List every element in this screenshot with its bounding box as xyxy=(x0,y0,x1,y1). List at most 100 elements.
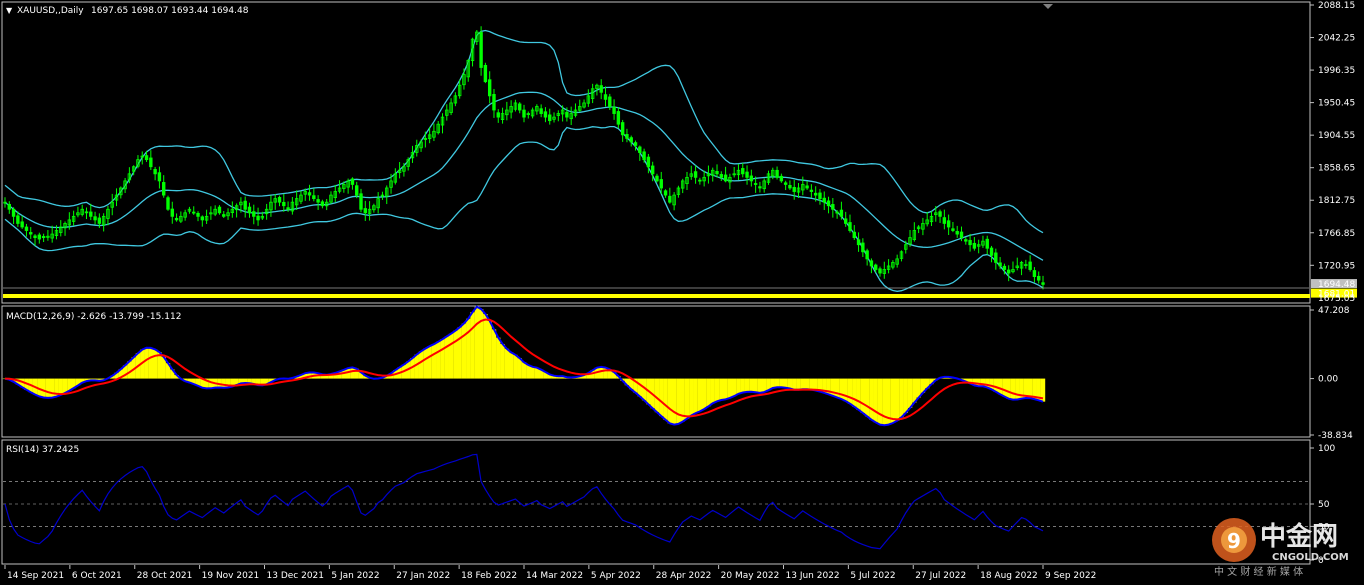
candle-body xyxy=(848,222,852,231)
candle-body xyxy=(994,252,998,263)
macd-histogram-bar xyxy=(792,378,797,390)
date-tick-label: 20 May 2022 xyxy=(721,571,780,581)
macd-histogram-bar xyxy=(423,348,428,379)
candle-body xyxy=(33,235,37,239)
trading-terminal: ▼ XAUUSD,,Daily 1697.65 1698.07 1693.44 … xyxy=(1,1,1357,581)
candle-body xyxy=(818,192,822,200)
macd-histogram-bar xyxy=(1006,378,1011,399)
macd-histogram-bar xyxy=(470,312,475,379)
macd-histogram-bar xyxy=(693,378,698,414)
candle-body xyxy=(616,111,621,125)
chart-shift-marker-icon[interactable] xyxy=(1043,4,1053,9)
macd-histogram-bar xyxy=(689,378,694,416)
date-tick-label: 5 Jul 2022 xyxy=(850,571,895,581)
candle-body xyxy=(633,142,638,146)
price-tick-label: 1720.95 xyxy=(1318,261,1355,271)
macd-histogram-bar xyxy=(667,378,673,424)
macd-histogram-bar xyxy=(753,378,758,393)
macd-histogram-bar xyxy=(770,378,775,389)
macd-histogram-bar xyxy=(49,378,55,398)
macd-histogram-bar xyxy=(787,378,793,389)
rsi-panel[interactable] xyxy=(3,453,1309,550)
candle-body xyxy=(174,217,179,221)
macd-histogram-bar xyxy=(912,378,917,403)
cngold-watermark: 9 中金网 CNGOLD.COM 中 文 财 经 新 媒 体 xyxy=(1208,512,1358,580)
macd-histogram-bar xyxy=(517,358,522,379)
candle-body xyxy=(41,236,46,239)
candle-body xyxy=(852,231,856,239)
macd-histogram-bar xyxy=(710,378,715,404)
macd-histogram-bar xyxy=(890,378,896,424)
macd-histogram-bar xyxy=(508,352,514,379)
support-line xyxy=(3,294,1310,298)
macd-histogram-bar xyxy=(882,378,887,426)
candle-body xyxy=(170,208,174,217)
candle-body xyxy=(483,64,488,83)
candle-body xyxy=(753,183,758,185)
candle-body xyxy=(192,211,196,214)
macd-histogram-bar xyxy=(466,318,471,379)
candle-body xyxy=(97,217,102,224)
candle-body xyxy=(29,232,33,235)
macd-histogram-bar xyxy=(684,378,690,419)
brand-domain: CNGOLD.COM xyxy=(1272,552,1349,563)
candle-body xyxy=(1032,270,1037,278)
macd-histogram-bar xyxy=(1015,378,1020,400)
candle-body xyxy=(698,179,702,182)
candle-body xyxy=(320,201,325,207)
candle-body xyxy=(277,196,282,203)
price-tick-label: 1904.55 xyxy=(1318,131,1355,141)
macd-tick-label: 47.208 xyxy=(1318,306,1350,316)
macd-histogram-bar xyxy=(757,378,763,393)
candle-body xyxy=(938,211,942,217)
price-tick-label: 1766.85 xyxy=(1318,229,1355,239)
candle-body xyxy=(603,94,608,100)
macd-histogram-bar xyxy=(774,378,780,388)
candle-body xyxy=(89,211,93,217)
macd-histogram-bar xyxy=(723,378,728,400)
candle-body xyxy=(599,85,603,93)
candle-body xyxy=(869,260,874,267)
candle-body xyxy=(951,228,955,231)
date-tick-label: 14 Mar 2022 xyxy=(526,571,583,581)
rsi-title: RSI(14) 37.2425 xyxy=(6,445,79,455)
macd-histogram-bar xyxy=(877,378,883,425)
candle-body xyxy=(7,203,11,210)
candle-body xyxy=(968,239,972,246)
candle-body xyxy=(865,250,869,260)
candle-body xyxy=(312,195,316,200)
candle-body xyxy=(719,174,724,178)
macd-histogram-bar xyxy=(599,366,604,379)
macd-histogram-bar xyxy=(697,378,703,412)
candle-body xyxy=(196,212,200,217)
candle-body xyxy=(222,214,226,217)
candles xyxy=(3,26,1045,290)
candle-body xyxy=(745,171,749,178)
candle-body xyxy=(749,175,754,182)
bollinger-upper-band xyxy=(4,29,1044,234)
candle-body xyxy=(878,268,882,274)
macd-histogram-bar xyxy=(907,378,913,408)
candle-body xyxy=(612,106,616,114)
macd-histogram-bar xyxy=(997,378,1003,395)
candle-body xyxy=(243,200,247,210)
price-panel[interactable] xyxy=(3,26,1310,298)
candle-body xyxy=(779,175,784,182)
svg-text:9: 9 xyxy=(1227,529,1241,553)
macd-histogram-bar xyxy=(903,378,908,413)
macd-histogram-bar xyxy=(663,378,668,420)
date-tick-label: 27 Jul 2022 xyxy=(915,571,966,581)
macd-histogram-bar xyxy=(1002,378,1007,397)
brand-name: 中金网 xyxy=(1260,521,1338,552)
macd-histogram-bar xyxy=(440,339,445,379)
candle-body xyxy=(642,151,646,161)
macd-histogram-bar xyxy=(221,378,226,388)
candle-body xyxy=(723,174,728,182)
macd-panel[interactable] xyxy=(2,305,1046,427)
candle-body xyxy=(874,264,878,270)
price-axis: 2088.15 2042.25 1996.35 1950.45 1904.55 1858.… xyxy=(1310,1,1355,271)
macd-histogram-bar xyxy=(530,366,535,379)
triangle-down-icon[interactable]: ▼ xyxy=(6,6,13,15)
candle-body xyxy=(16,215,20,224)
date-tick-label: 5 Jan 2022 xyxy=(331,571,379,581)
